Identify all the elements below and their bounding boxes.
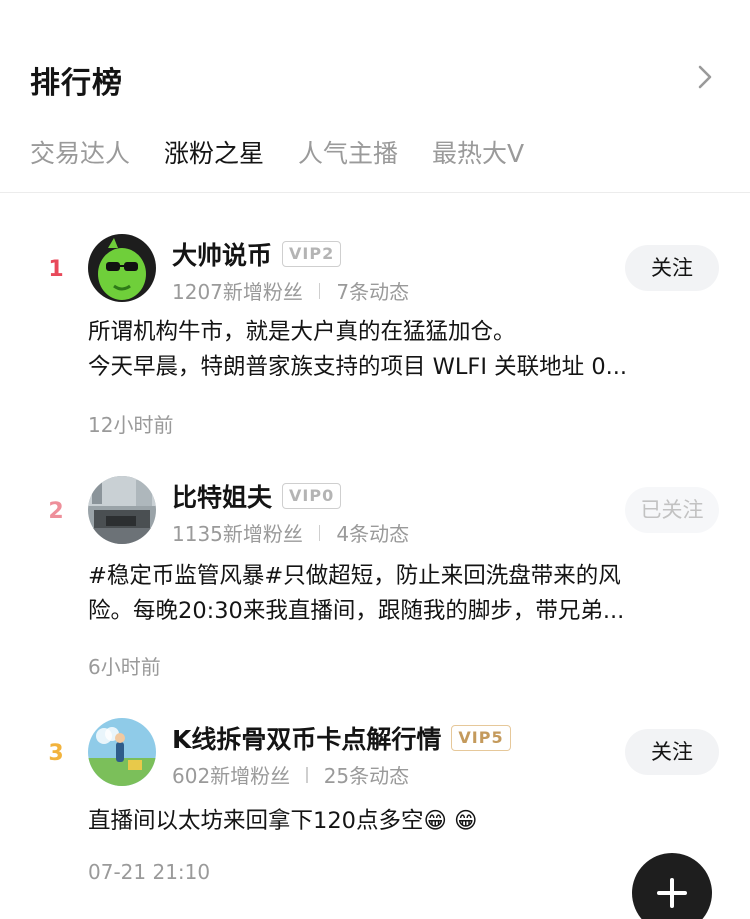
- posts-count: 25条动态: [323, 764, 410, 788]
- post-time: 12小时前: [88, 413, 174, 437]
- stats-separator: [318, 282, 321, 299]
- rank-number: 3: [48, 741, 64, 766]
- post-content[interactable]: 所谓机构牛市，就是大户真的在猛猛加仓。 今天早晨，特朗普家族支持的项目 WLFI…: [88, 315, 720, 385]
- followed-button[interactable]: 已关注: [625, 487, 719, 533]
- user-stats: 1207新增粉丝 7条动态: [172, 276, 409, 305]
- follow-button[interactable]: 关注: [625, 245, 719, 291]
- ranking-tabs: 交易达人 涨粉之星 人气主播 最热大V: [30, 134, 558, 170]
- user-name[interactable]: K线拆骨双币卡点解行情: [172, 720, 441, 756]
- page-title: 排行榜: [30, 66, 123, 101]
- tab-popular-streamer[interactable]: 人气主播: [298, 134, 398, 170]
- tab-fan-growth-star[interactable]: 涨粉之星: [164, 134, 264, 170]
- post-content[interactable]: 直播间以太坊来回拿下120点多空😁 😁: [88, 804, 720, 839]
- user-stats: 602新增粉丝 25条动态: [172, 760, 409, 789]
- stats-separator: [318, 524, 321, 541]
- tab-hottest-v[interactable]: 最热大V: [432, 134, 524, 170]
- rank-number: 1: [48, 257, 64, 282]
- follow-button[interactable]: 关注: [625, 729, 719, 775]
- new-fans-count: 602新增粉丝: [172, 764, 291, 788]
- new-fans-count: 1207新增粉丝: [172, 280, 303, 304]
- user-stats: 1135新增粉丝 4条动态: [172, 518, 409, 547]
- avatar[interactable]: [88, 476, 156, 544]
- new-fans-count: 1135新增粉丝: [172, 522, 303, 546]
- chevron-right-icon[interactable]: [694, 64, 716, 90]
- post-time: 07-21 21:10: [88, 860, 211, 884]
- posts-count: 7条动态: [336, 280, 410, 304]
- post-time: 6小时前: [88, 655, 161, 679]
- post-content-line: 所谓机构牛市，就是大户真的在猛猛加仓。: [88, 319, 516, 345]
- post-content-line: 险。每晚20:30来我直播间，跟随我的脚步，带兄弟...: [88, 598, 625, 624]
- vip-badge: VIP0: [282, 483, 342, 509]
- stats-separator: [306, 766, 308, 783]
- ranking-header: 排行榜 交易达人 涨粉之星 人气主播 最热大V: [0, 0, 750, 190]
- avatar[interactable]: [88, 718, 156, 786]
- plus-icon: [670, 878, 674, 908]
- vip-badge: VIP5: [451, 725, 511, 751]
- user-name[interactable]: 大帅说币: [172, 236, 272, 272]
- posts-count: 4条动态: [336, 522, 410, 546]
- user-name[interactable]: 比特姐夫: [172, 478, 272, 514]
- create-post-button[interactable]: [632, 853, 712, 919]
- avatar[interactable]: [88, 234, 156, 302]
- rank-number: 2: [48, 499, 64, 524]
- vip-badge: VIP2: [282, 241, 342, 267]
- post-content-line: #稳定币监管风暴#只做超短，防止来回洗盘带来的风: [88, 563, 621, 589]
- header-divider: [0, 192, 750, 193]
- post-content-line: 直播间以太坊来回拿下120点多空😁 😁: [88, 808, 478, 834]
- post-content[interactable]: #稳定币监管风暴#只做超短，防止来回洗盘带来的风 险。每晚20:30来我直播间，…: [88, 559, 720, 629]
- tab-trading-expert[interactable]: 交易达人: [30, 134, 130, 170]
- post-content-line: 今天早晨，特朗普家族支持的项目 WLFI 关联地址 0...: [88, 354, 628, 380]
